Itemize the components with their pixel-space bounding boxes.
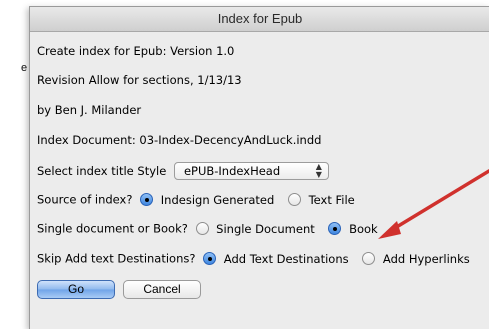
cancel-button[interactable]: Cancel xyxy=(123,280,201,299)
doc-type-row: Single document or Book? Single Document… xyxy=(37,221,384,236)
revision-line: Revision Allow for sections, 1/13/13 xyxy=(37,73,242,87)
chevron-updown-icon: ▲ ▼ xyxy=(315,162,322,179)
background-page: e xyxy=(0,0,29,328)
radio-indesign-generated-label[interactable]: Indesign Generated xyxy=(161,193,275,207)
radio-single-document-label[interactable]: Single Document xyxy=(216,222,315,236)
window-title: Index for Epub xyxy=(30,7,489,32)
title-style-value: ePUB-IndexHead xyxy=(183,164,281,178)
radio-add-text-destinations[interactable] xyxy=(203,252,217,265)
radio-text-file[interactable] xyxy=(287,193,301,206)
title-style-label: Select index title Style xyxy=(37,164,167,178)
source-label: Source of index? xyxy=(37,192,133,207)
title-style-select[interactable]: ePUB-IndexHead ▲ ▼ xyxy=(173,162,329,180)
radio-add-hyperlinks-label[interactable]: Add Hyperlinks xyxy=(383,252,470,266)
title-style-row: Select index title Style ePUB-IndexHead … xyxy=(37,162,329,180)
version-line: Create index for Epub: Version 1.0 xyxy=(37,44,235,58)
dialog-content: Create index for Epub: Version 1.0 Revis… xyxy=(30,32,489,329)
radio-add-text-destinations-label[interactable]: Add Text Destinations xyxy=(224,252,349,266)
radio-book[interactable] xyxy=(328,222,342,235)
index-for-epub-dialog: Index for Epub Create index for Epub: Ve… xyxy=(29,6,489,329)
go-button[interactable]: Go xyxy=(37,280,115,299)
radio-indesign-generated[interactable] xyxy=(140,193,154,206)
radio-add-hyperlinks[interactable] xyxy=(362,252,376,265)
author-line: by Ben J. Milander xyxy=(37,103,142,117)
destinations-row: Skip Add text Destinations? Add Text Des… xyxy=(37,251,476,266)
radio-book-label[interactable]: Book xyxy=(349,222,378,236)
radio-text-file-label[interactable]: Text File xyxy=(309,193,355,207)
doc-type-label: Single document or Book? xyxy=(37,221,188,236)
destinations-label: Skip Add text Destinations? xyxy=(37,251,196,266)
background-text-fragment: e xyxy=(21,62,28,74)
index-document-line: Index Document: 03-Index-DecencyAndLuck.… xyxy=(37,133,322,147)
source-row: Source of index? Indesign Generated Text… xyxy=(37,192,361,207)
radio-single-document[interactable] xyxy=(195,222,209,235)
